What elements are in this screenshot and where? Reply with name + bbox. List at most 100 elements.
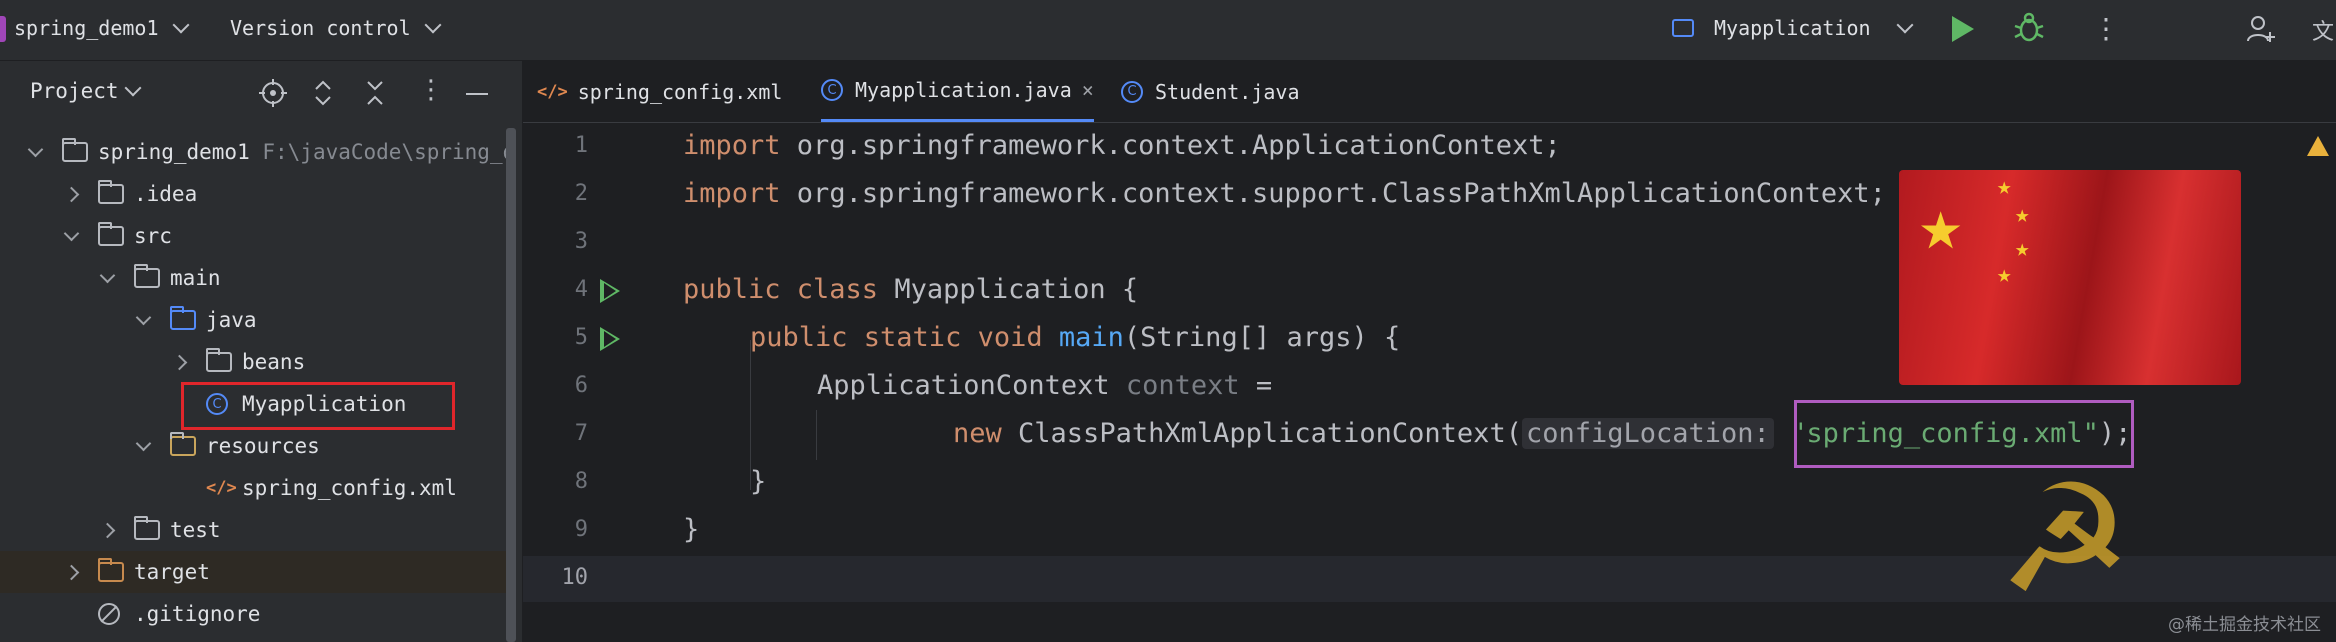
title-bar: spring_demo1 Version control Myapplicati… [0,0,2336,61]
line-number: 5 [574,325,588,350]
tree-item-target[interactable]: target [0,551,506,593]
code-line-9[interactable]: } [683,514,699,545]
tab-myapplication-java[interactable]: C Myapplication.java × [821,61,1094,122]
module-folder-icon [62,138,88,162]
line-number: 2 [574,181,588,206]
tree-item-label: target [134,560,210,584]
project-tool-window: Project ⋮ spring_demo1 F:\javaCode\sprin… [0,61,523,642]
line-number: 4 [574,277,588,302]
class-icon: C [1121,80,1143,103]
tab-label: spring_config.xml [577,79,783,104]
tree-item-gitignore[interactable]: .gitignore [0,593,506,635]
tree-item-label: spring_demo1 F:\javaCode\spring_d [98,140,506,164]
watermark: @稀土掘金技术社区 [2168,615,2321,635]
tree-item-label: main [170,266,221,290]
chevron-down-icon [1896,16,1914,34]
chevron-down-icon [172,16,189,34]
chevron-down-icon[interactable] [135,435,151,453]
folder-icon [98,180,124,204]
code-line-5[interactable]: public static void main(String[] args) { [750,322,1400,353]
chevron-down-icon[interactable] [27,141,43,159]
locate-icon[interactable] [259,79,287,107]
tab-spring-config-xml[interactable]: </> spring_config.xml [537,61,782,122]
code-line-8[interactable]: } [750,466,766,497]
run-gutter-icon[interactable] [600,279,620,303]
editor-tabs: </> spring_config.xml C Myapplication.ja… [523,61,2336,123]
highlight-box-myapplication [181,382,455,430]
tree-item-label: test [170,518,221,542]
star-icon: ★ [1997,172,2012,200]
tree-item-main[interactable]: main [0,257,506,299]
tree-item-resources[interactable]: resources [0,425,506,467]
tree-item-label: .gitignore [134,602,261,626]
add-user-icon[interactable] [2246,14,2276,44]
run-config-selector[interactable]: Myapplication [1672,16,1914,40]
chevron-down-icon[interactable] [99,267,115,285]
indent-guide [816,410,817,460]
close-icon[interactable]: × [1082,78,1094,102]
folder-icon [134,516,160,540]
flag-image: ★ ★ ★ ★ ★ [1899,170,2241,385]
tree-item-beans[interactable]: beans [0,341,506,383]
code-line-2[interactable]: import org.springframework.context.suppo… [683,178,1886,209]
line-number: 3 [574,229,588,254]
project-panel-title: Project [30,79,119,103]
tree-item-spring-config-xml[interactable]: </> spring_config.xml [0,467,506,509]
tab-label: Student.java [1155,79,1300,104]
sidebar-scrollbar[interactable] [506,128,516,642]
translate-icon[interactable]: 文 [2312,14,2334,46]
chevron-right-icon[interactable] [171,354,187,370]
tree-item-label: beans [242,350,306,374]
options-icon[interactable]: ⋮ [418,75,444,105]
chevron-down-icon [124,79,142,97]
class-icon: C [821,79,843,101]
code-line-4[interactable]: public class Myapplication { [683,274,1138,305]
xml-file-icon: </> [537,81,568,102]
expand-all-icon[interactable] [312,79,334,107]
tree-item-idea[interactable]: .idea [0,173,506,215]
chevron-right-icon[interactable] [63,564,79,580]
tree-item-spring-demo1[interactable]: spring_demo1 F:\javaCode\spring_d [0,131,506,173]
line-number: 8 [574,469,588,494]
run-button[interactable] [1952,16,1974,42]
line-number: 9 [574,517,588,542]
star-icon: ★ [2015,234,2030,262]
line-number: 7 [574,421,588,446]
code-line-1[interactable]: import org.springframework.context.Appli… [683,130,1561,161]
tree-item-label: java [206,308,257,332]
hide-panel-icon[interactable] [466,93,488,95]
tree-item-test[interactable]: test [0,509,506,551]
hammer-sickle-emblem: ☭ [1997,453,2133,627]
tree-item-src[interactable]: src [0,215,506,257]
project-switcher[interactable]: spring_demo1 [14,16,189,40]
xml-file-icon: </> [206,478,237,498]
chevron-down-icon[interactable] [63,225,79,243]
collapse-all-icon[interactable] [364,79,386,107]
chevron-right-icon[interactable] [99,522,115,538]
resources-folder-icon [170,432,196,456]
code-line-6[interactable]: ApplicationContext context = [817,370,1272,401]
vcs-menu[interactable]: Version control [230,16,442,40]
project-accent [0,16,6,42]
more-actions-icon[interactable]: ⋮ [2092,12,2120,45]
debug-button[interactable] [2014,12,2044,44]
star-icon: ★ [2015,200,2030,228]
tab-student-java[interactable]: C Student.java [1121,61,1300,122]
vcs-label: Version control [230,16,411,40]
warning-icon[interactable] [2307,136,2329,156]
folder-icon [98,222,124,246]
star-icon: ★ [1997,260,2012,288]
project-view-selector[interactable]: Project [30,79,142,103]
tree-item-java[interactable]: java [0,299,506,341]
tree-item-label: spring_config.xml [242,476,457,500]
project-panel-header: Project ⋮ [0,61,506,123]
project-name: spring_demo1 [14,16,159,40]
run-config-icon [1672,19,1694,37]
package-icon [206,348,232,372]
run-gutter-icon[interactable] [600,327,620,351]
tree-item-label: src [134,224,172,248]
chevron-down-icon[interactable] [135,309,151,327]
chevron-right-icon[interactable] [63,186,79,202]
excluded-folder-icon [98,558,124,582]
line-number: 1 [574,133,588,158]
